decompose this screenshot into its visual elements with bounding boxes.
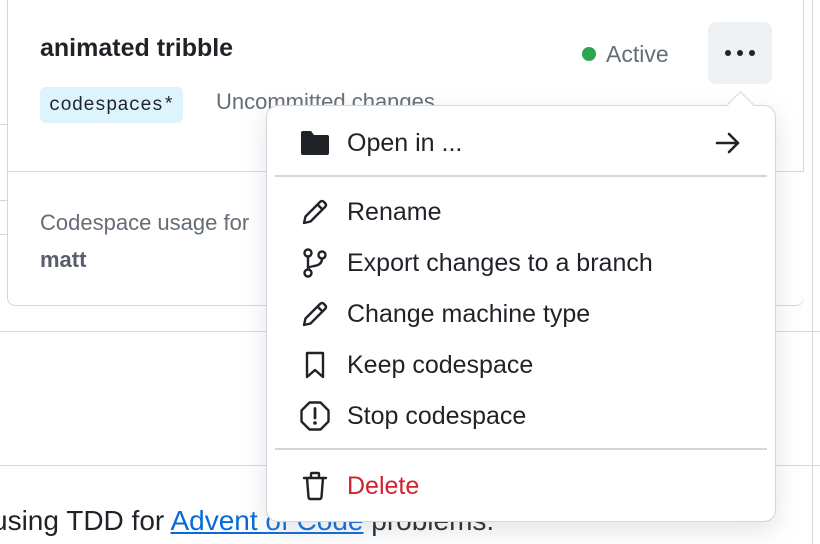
- pencil-icon: [299, 196, 331, 228]
- stop-icon: [299, 400, 331, 432]
- trash-icon: [299, 470, 331, 502]
- status-indicator: Active: [582, 40, 669, 68]
- menu-item-rename[interactable]: Rename: [267, 189, 775, 235]
- readme-text-before: using TDD for: [0, 505, 171, 536]
- menu-item-change-machine[interactable]: Change machine type: [267, 291, 775, 337]
- menu-separator: [275, 175, 767, 177]
- more-options-button[interactable]: [708, 22, 772, 84]
- codespace-actions-menu: Open in ... Rename Export changes to a b…: [266, 105, 776, 522]
- folder-icon: [299, 127, 331, 159]
- menu-item-label: Rename: [347, 197, 442, 226]
- menu-item-label: Delete: [347, 471, 420, 500]
- branch-badge: codespaces*: [40, 87, 184, 123]
- menu-item-delete[interactable]: Delete: [267, 463, 775, 509]
- arrow-right-icon: [713, 128, 743, 158]
- menu-item-stop-codespace[interactable]: Stop codespace: [267, 393, 775, 439]
- menu-item-label: Keep codespace: [347, 350, 534, 379]
- kebab-horizontal-icon: [725, 50, 755, 56]
- usage-user: matt: [40, 247, 87, 272]
- codespace-name[interactable]: animated tribble: [40, 34, 233, 63]
- status-dot-icon: [582, 47, 596, 61]
- menu-item-label: Stop codespace: [347, 401, 527, 430]
- menu-item-label: Open in ...: [347, 128, 463, 157]
- bookmark-icon: [299, 349, 331, 381]
- pencil-icon: [299, 298, 331, 330]
- menu-item-keep-codespace[interactable]: Keep codespace: [267, 342, 775, 388]
- status-text: Active: [606, 40, 669, 67]
- menu-item-label: Change machine type: [347, 299, 591, 328]
- menu-separator: [275, 448, 767, 450]
- menu-item-open-in[interactable]: Open in ...: [267, 120, 775, 166]
- menu-item-export-branch[interactable]: Export changes to a branch: [267, 240, 775, 286]
- menu-item-label: Export changes to a branch: [347, 248, 653, 277]
- git-branch-icon: [299, 247, 331, 279]
- usage-label: Codespace usage for: [40, 210, 250, 235]
- background-divider: [812, 0, 813, 544]
